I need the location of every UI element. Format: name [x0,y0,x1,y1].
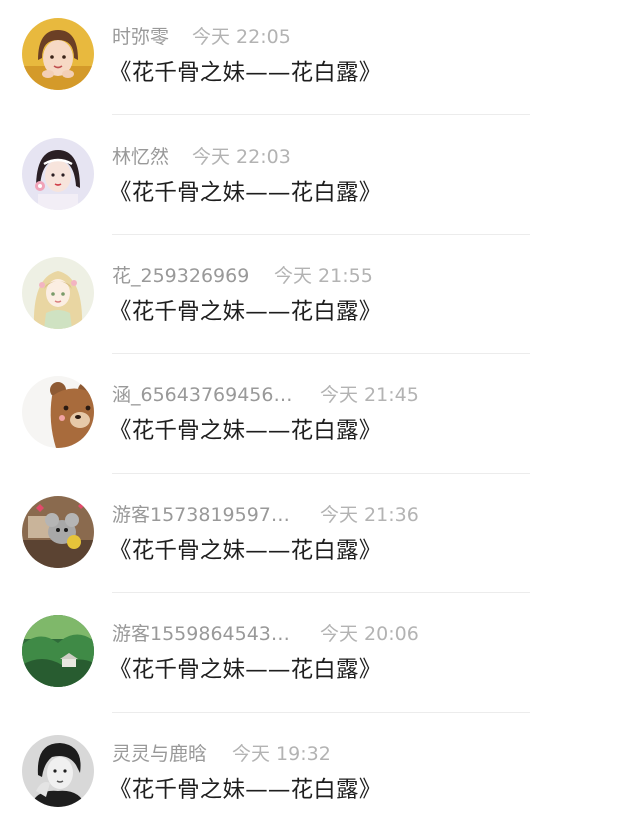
comment-meta: 游客1559864543… 今天 20:06 [112,621,290,647]
timestamp: 今天 21:55 [274,263,373,289]
comment-text: 《花千骨之妹——花白露》 [109,653,381,687]
comment-text: 《花千骨之妹——花白露》 [109,295,381,329]
comment-item[interactable]: 灵灵与鹿晗 今天 19:32 《花千骨之妹——花白露》 [0,713,640,832]
comment-list: 时弥零 今天 22:05 《花千骨之妹——花白露》 林忆然 今天 22:03 [0,0,640,832]
user-avatar[interactable] [22,496,94,568]
timestamp: 今天 21:36 [320,502,419,528]
comment-meta: 涵_65643769456… 今天 21:45 [112,382,292,408]
comment-meta: 时弥零 今天 22:05 [112,24,169,50]
user-avatar[interactable] [22,735,94,807]
comment-item[interactable]: 花_259326969 今天 21:55 《花千骨之妹——花白露》 [0,235,640,355]
comment-meta: 灵灵与鹿晗 今天 19:32 [112,741,207,767]
comment-text: 《花千骨之妹——花白露》 [109,176,381,210]
timestamp: 今天 20:06 [320,621,419,647]
username[interactable]: 灵灵与鹿晗 [112,743,207,765]
timestamp: 今天 21:45 [320,382,419,408]
comment-item[interactable]: 时弥零 今天 22:05 《花千骨之妹——花白露》 [0,0,640,115]
timestamp: 今天 22:05 [192,24,291,50]
user-avatar[interactable] [22,615,94,687]
user-avatar[interactable] [22,376,94,448]
timestamp: 今天 22:03 [192,144,291,170]
user-avatar[interactable] [22,257,94,329]
comment-meta: 花_259326969 今天 21:55 [112,263,249,289]
username[interactable]: 涵_65643769456… [112,384,292,406]
comment-item[interactable]: 涵_65643769456… 今天 21:45 《花千骨之妹——花白露》 [0,354,640,474]
comment-text: 《花千骨之妹——花白露》 [109,773,381,807]
timestamp: 今天 19:32 [232,741,331,767]
comment-item[interactable]: 游客1573819597… 今天 21:36 《花千骨之妹——花白露》 [0,474,640,594]
username[interactable]: 花_259326969 [112,265,249,287]
comment-text: 《花千骨之妹——花白露》 [109,414,381,448]
user-avatar[interactable] [22,18,94,90]
comment-item[interactable]: 游客1559864543… 今天 20:06 《花千骨之妹——花白露》 [0,593,640,713]
username[interactable]: 林忆然 [112,146,169,168]
comment-meta: 游客1573819597… 今天 21:36 [112,502,290,528]
username[interactable]: 时弥零 [112,26,169,48]
comment-item[interactable]: 林忆然 今天 22:03 《花千骨之妹——花白露》 [0,115,640,235]
username[interactable]: 游客1559864543… [112,623,290,645]
user-avatar[interactable] [22,138,94,210]
comment-meta: 林忆然 今天 22:03 [112,144,169,170]
username[interactable]: 游客1573819597… [112,504,290,526]
comment-text: 《花千骨之妹——花白露》 [109,56,381,90]
comment-text: 《花千骨之妹——花白露》 [109,534,381,568]
